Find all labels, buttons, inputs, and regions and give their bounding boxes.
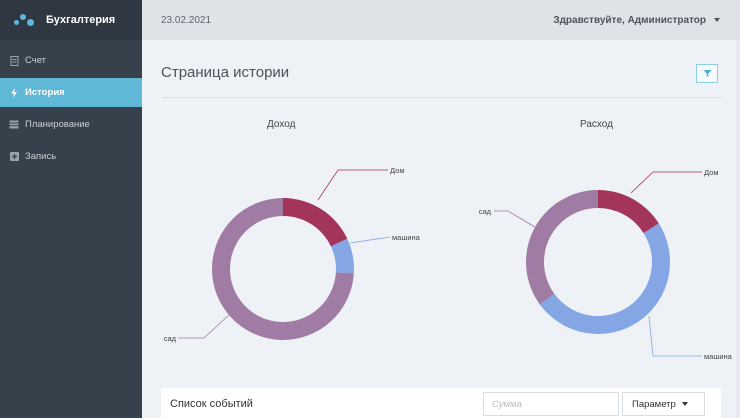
page-title: Страница истории [161,64,290,81]
table-icon [9,120,19,130]
sidebar-item-label: История [25,87,65,98]
parameter-dropdown[interactable]: Параметр [622,392,705,416]
chevron-down-icon [681,402,688,406]
slice-label: машина [392,233,421,242]
file-icon [9,55,19,66]
sidebar: Бухгалтерия Счет История Планирование За… [0,0,142,418]
brand[interactable]: Бухгалтерия [0,0,142,40]
top-bar: 23.02.2021 Здравствуйте, Администратор [142,0,740,40]
sidebar-item-schet[interactable]: Счет [0,46,142,75]
donut-slice-expense-0[interactable] [598,190,659,234]
donut-slice-expense-1[interactable] [539,223,671,335]
donut-slice-expense-2[interactable] [526,190,598,305]
parameter-label: Параметр [632,398,676,410]
slice-label: сад [479,207,492,216]
current-date: 23.02.2021 [161,14,212,26]
chevron-down-icon [714,18,720,22]
logo-icon [12,11,42,29]
plus-square-icon [9,152,19,162]
label-leader-line [494,210,536,228]
bolt-icon [9,87,19,98]
events-panel: Список событий Параметр [161,388,721,418]
label-leader-line [317,169,388,201]
sum-input[interactable] [483,392,619,416]
sidebar-item-planning[interactable]: Планирование [0,110,142,139]
slice-label: сад [164,334,177,343]
label-leader-line [648,315,702,357]
sidebar-item-record[interactable]: Запись [0,142,142,171]
slice-label: Дом [390,166,405,175]
slice-label: Дом [704,168,719,177]
divider [161,97,721,98]
sidebar-nav: Счет История Планирование Запись [0,46,142,171]
label-leader-line [630,171,702,194]
user-menu[interactable]: Здравствуйте, Администратор [553,15,720,26]
filter-icon [703,70,711,77]
events-title: Список событий [170,398,253,410]
scrollbar[interactable] [736,40,740,418]
donut-charts: Дом машина сад Дом машина сад [164,166,733,361]
label-leader-line [349,236,391,244]
slice-label: машина [704,352,733,361]
donut-slice-income-0[interactable] [283,198,348,247]
filter-button[interactable] [696,64,718,83]
sidebar-item-label: Запись [25,151,57,162]
greeting-text: Здравствуйте, Администратор [553,14,706,26]
label-leader-line [178,313,231,339]
sidebar-item-label: Счет [25,55,47,66]
sidebar-item-history[interactable]: История [0,78,142,107]
brand-name: Бухгалтерия [46,14,116,26]
sidebar-item-label: Планирование [25,119,90,130]
